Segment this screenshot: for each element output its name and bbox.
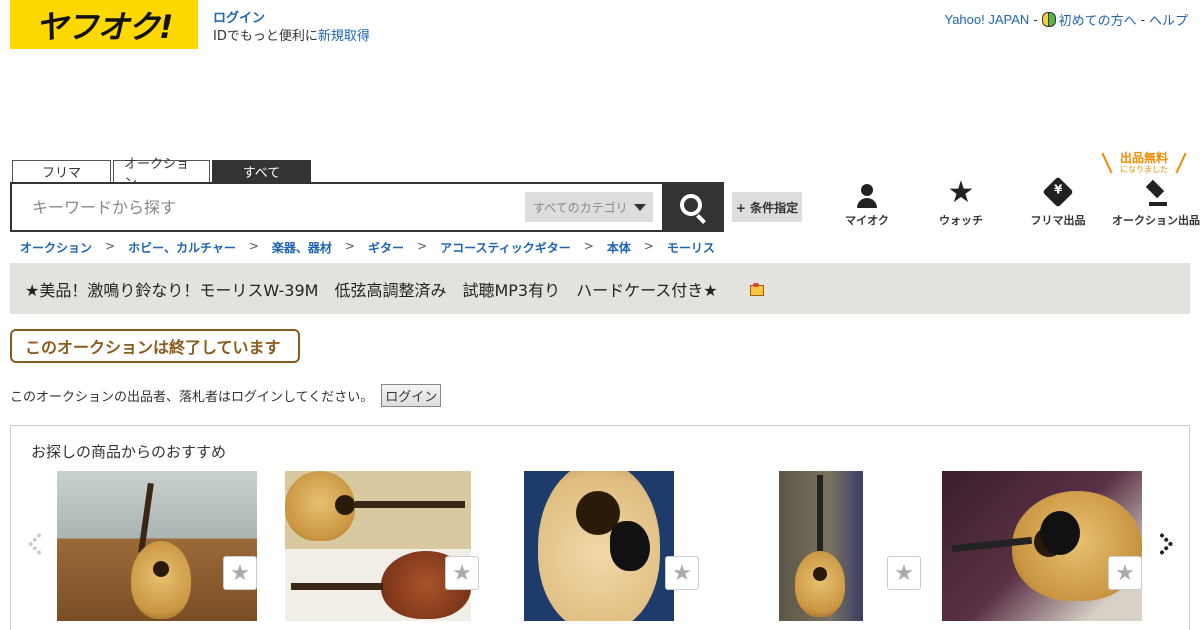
breadcrumb-item[interactable]: 楽器、器材 [272, 239, 332, 256]
login-link[interactable]: ログイン [213, 11, 265, 26]
first-time-link[interactable]: 初めての方へ [1059, 10, 1137, 29]
category-select[interactable]: すべてのカテゴリ [525, 192, 653, 222]
price-tag-icon [1042, 176, 1074, 208]
logo-text: ヤフオク! [35, 7, 174, 46]
breadcrumb-sep: > [248, 239, 259, 253]
nav-label: オークション出品 [1112, 214, 1200, 227]
auction-ended-badge: このオークションは終了しています [10, 329, 300, 363]
yahoo-japan-link[interactable]: Yahoo! JAPAN [944, 12, 1029, 27]
breadcrumb-item[interactable]: ギター [368, 239, 404, 256]
breadcrumb-sep: > [583, 239, 594, 253]
beginner-leaf-icon [1041, 12, 1056, 27]
id-prompt: IDでもっと便利に [213, 29, 318, 44]
free-label-text: 出品無料 [1119, 151, 1168, 165]
register-link[interactable]: 新規取得 [318, 29, 370, 44]
item-title-bar: ★美品！激鳴り鈴なり！モーリスW-39M 低弦高調整済み 試聴MP3有り ハード… [10, 263, 1190, 314]
breadcrumb-item[interactable]: アコースティックギター [440, 239, 571, 256]
breadcrumb-sep: > [643, 239, 654, 253]
recommended-item-image[interactable] [285, 471, 471, 621]
nav-label: マイオク [845, 214, 889, 227]
free-label-sub: になりました [1120, 165, 1168, 174]
recommended-item-image[interactable] [942, 471, 1142, 621]
nav-watch[interactable]: ★ ウォッチ [914, 176, 1008, 228]
login-button[interactable]: ログイン [381, 384, 442, 407]
breadcrumb-sep: > [417, 239, 428, 253]
new-item-icon [749, 282, 764, 296]
search-input[interactable] [22, 184, 522, 230]
search-box: すべてのカテゴリ [10, 182, 724, 232]
breadcrumb-item[interactable]: オークション [20, 239, 92, 256]
recommendations-title: お探しの商品からのおすすめ [31, 443, 227, 461]
star-icon: ★ [672, 560, 692, 586]
star-icon: ★ [1115, 560, 1135, 586]
top-links: Yahoo! JAPAN - 初めての方へ - ヘルプ [944, 10, 1188, 29]
nav-label: ウォッチ [939, 214, 983, 227]
search-button[interactable] [662, 182, 724, 232]
tab-all[interactable]: すべて [212, 160, 311, 182]
item-title: ★美品！激鳴り鈴なり！モーリスW-39M 低弦高調整済み 試聴MP3有り ハード… [25, 280, 718, 300]
user-icon [857, 184, 877, 208]
nav-icons: マイオク ★ ウォッチ フリマ出品 オークション出品 [820, 176, 1200, 228]
breadcrumb-sep: > [105, 239, 116, 253]
recommendations-panel: お探しの商品からのおすすめ ★ ★ ★ ★ ★ [10, 425, 1190, 630]
recommended-item-image[interactable] [779, 471, 863, 621]
separator: - [1033, 12, 1038, 27]
nav-auction-sell[interactable]: オークション出品 [1108, 176, 1200, 228]
recommended-item-image[interactable] [57, 471, 257, 621]
nav-flea-sell[interactable]: フリマ出品 [1008, 176, 1108, 228]
login-notice: このオークションの出品者、落札者はログインしてください。 ログイン [10, 384, 442, 407]
watch-star-button[interactable]: ★ [445, 556, 479, 590]
watch-star-button[interactable]: ★ [887, 556, 921, 590]
search-icon [680, 194, 702, 216]
breadcrumb-item[interactable]: ホビー、カルチャー [128, 239, 236, 256]
star-icon: ★ [894, 560, 914, 586]
free-listing-badge: 出品無料 になりました [1106, 152, 1182, 176]
watch-star-button[interactable]: ★ [665, 556, 699, 590]
star-icon: ★ [452, 560, 472, 586]
login-notice-text: このオークションの出品者、落札者はログインしてください。 [10, 390, 374, 405]
yahuoku-logo[interactable]: ヤフオク! [10, 0, 198, 49]
help-link[interactable]: ヘルプ [1149, 10, 1188, 29]
recommended-item-image[interactable] [524, 471, 674, 621]
tab-flea-market[interactable]: フリマ [12, 160, 111, 182]
login-box: ログイン IDでもっと便利に新規取得 [213, 10, 370, 46]
breadcrumb-sep: > [344, 239, 355, 253]
carousel-next-button[interactable] [1156, 530, 1176, 560]
conditions-button[interactable]: + 条件指定 [732, 192, 802, 222]
carousel-prev-button[interactable] [25, 530, 45, 560]
separator: - [1140, 12, 1145, 27]
nav-my-auction[interactable]: マイオク [820, 176, 914, 228]
breadcrumb: オークション > ホビー、カルチャー > 楽器、器材 > ギター > アコースティックギ… [20, 239, 715, 256]
gavel-icon [1145, 182, 1167, 208]
search-tabs: フリマ オークション すべて [12, 157, 311, 191]
watch-star-button[interactable]: ★ [223, 556, 257, 590]
tab-auction[interactable]: オークション [113, 157, 210, 191]
breadcrumb-item[interactable]: 本体 [607, 239, 631, 256]
watch-star-button[interactable]: ★ [1108, 556, 1142, 590]
category-label: すべてのカテゴリ [533, 200, 628, 215]
breadcrumb-item[interactable]: モーリス [667, 239, 715, 256]
star-icon: ★ [947, 175, 975, 210]
star-icon: ★ [230, 560, 250, 586]
chevron-down-icon [633, 203, 646, 211]
nav-label: フリマ出品 [1030, 214, 1086, 227]
